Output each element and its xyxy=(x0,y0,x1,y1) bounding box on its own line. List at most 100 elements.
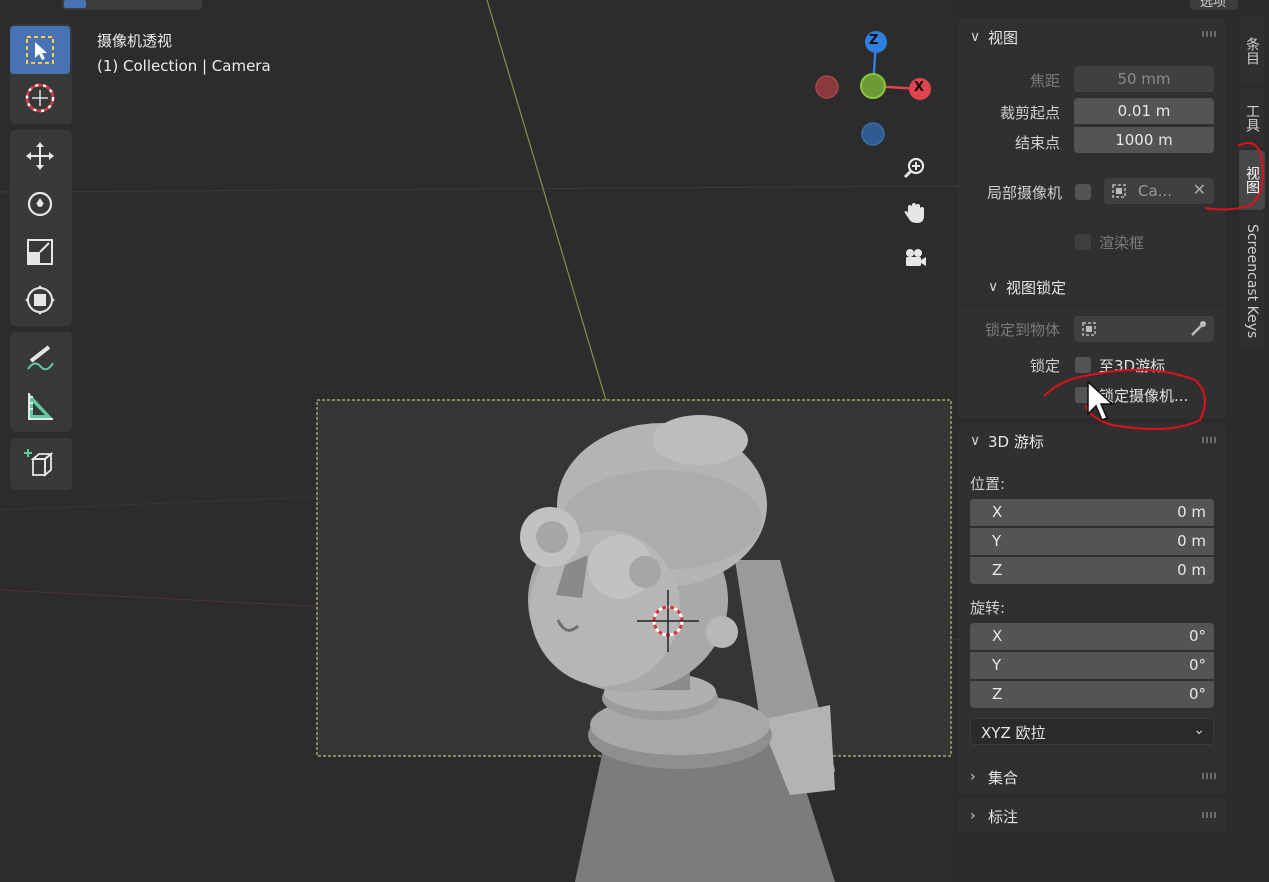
lock-object-label: 锁定到物体 xyxy=(984,321,1060,339)
lock-label: 锁定 xyxy=(1029,357,1060,375)
location-label: 位置: xyxy=(970,475,1006,493)
field-value: 0 m xyxy=(1177,503,1206,521)
add-cube-icon[interactable] xyxy=(10,440,70,488)
view-lock-header[interactable]: ∨ 视图锁定 xyxy=(976,270,1066,304)
clip-end-field[interactable]: 1000 m xyxy=(1074,127,1214,153)
field-value: 0° xyxy=(1188,685,1206,703)
options-dropdown[interactable]: 选项 xyxy=(1190,0,1238,10)
clip-start-field[interactable]: 0.01 m xyxy=(1074,98,1214,124)
collections-panel-header[interactable]: › 集合 xyxy=(958,760,1018,794)
viewport-title: 摄像机透视 xyxy=(97,32,173,50)
lock-camera-to-view-label: 锁定摄像机... xyxy=(1099,387,1189,405)
rotation-y-field[interactable]: Y 0° xyxy=(970,652,1214,679)
lock-object-field[interactable] xyxy=(1074,316,1214,342)
chevron-down-icon: ⌄ xyxy=(1193,722,1205,738)
tab-item[interactable]: 条目 xyxy=(1239,16,1265,86)
zoom-icon[interactable] xyxy=(896,150,932,186)
tool-shelf xyxy=(10,24,72,496)
collections-panel[interactable]: › 集合 xyxy=(958,760,1226,794)
axis-label: X xyxy=(992,627,1003,645)
rotation-z-field[interactable]: Z 0° xyxy=(970,681,1214,708)
rotation-x-field[interactable]: X 0° xyxy=(970,623,1214,650)
gizmo-y xyxy=(860,73,886,99)
annotations-panel-title: 标注 xyxy=(988,807,1019,826)
drag-grip-icon[interactable] xyxy=(1202,437,1216,443)
location-y-field[interactable]: Y 0 m xyxy=(970,528,1214,555)
camera-view-icon[interactable] xyxy=(896,240,932,276)
viewport-subtitle: (1) Collection | Camera xyxy=(97,57,271,75)
gizmo-x-label[interactable]: X xyxy=(914,80,924,95)
tab-view-label: 视图 xyxy=(1244,166,1260,194)
local-camera-value: Ca... xyxy=(1138,182,1172,200)
measure-icon[interactable] xyxy=(10,382,70,430)
hand-pan-icon[interactable] xyxy=(896,195,932,231)
rotate-icon[interactable] xyxy=(10,180,70,228)
3d-cursor-panel-header[interactable]: ∨ 3D 游标 xyxy=(958,424,1044,458)
field-value: 0° xyxy=(1188,627,1206,645)
gizmo-neg-z xyxy=(861,122,885,146)
tab-screencast-keys[interactable]: Screencast Keys xyxy=(1239,212,1265,350)
header-select-mode-buttons[interactable] xyxy=(62,0,202,10)
chevron-right-icon: › xyxy=(970,808,976,824)
axis-label: Y xyxy=(992,656,1002,674)
chevron-down-icon: ∨ xyxy=(988,279,999,295)
clip-start-label: 裁剪起点 xyxy=(999,104,1060,122)
sidebar-tabs: 条目 工具 视图 Screencast Keys xyxy=(1239,16,1265,356)
axis-label: X xyxy=(992,503,1003,521)
focal-length-field[interactable]: 50 mm xyxy=(1074,66,1214,92)
chevron-down-icon: ∨ xyxy=(970,29,981,45)
axis-label: Z xyxy=(992,561,1003,579)
scale-icon[interactable] xyxy=(10,228,70,276)
focal-label: 焦距 xyxy=(1029,72,1060,90)
local-camera-field[interactable]: Ca... ✕ xyxy=(1104,178,1214,204)
options-label: 选项 xyxy=(1200,0,1227,10)
view-panel-header[interactable]: ∨ 视图 xyxy=(958,20,1018,54)
annotate-icon[interactable] xyxy=(10,334,70,382)
location-x-field[interactable]: X 0 m xyxy=(970,499,1214,526)
eyedropper-icon[interactable] xyxy=(1188,319,1208,339)
render-region-checkbox[interactable] xyxy=(1075,234,1091,250)
lock-to-cursor-label: 至3D游标 xyxy=(1099,357,1166,375)
object-icon xyxy=(1112,184,1126,198)
clip-end-label: 结束点 xyxy=(1014,134,1060,152)
figure-earring xyxy=(706,616,738,648)
transform-icon[interactable] xyxy=(10,276,70,324)
cursor-icon[interactable] xyxy=(10,74,70,122)
field-value: 0 m xyxy=(1177,532,1206,550)
chevron-right-icon: › xyxy=(970,769,976,785)
gizmo-neg-x xyxy=(815,75,839,99)
local-camera-checkbox[interactable] xyxy=(1075,184,1091,200)
rotation-mode-select[interactable]: XYZ 欧拉 ⌄ xyxy=(970,718,1214,745)
field-value: 0° xyxy=(1188,656,1206,674)
gizmo-z-label[interactable]: Z xyxy=(869,33,878,48)
annotations-panel[interactable]: › 标注 xyxy=(958,799,1226,833)
rotation-mode-value: XYZ 欧拉 xyxy=(981,724,1046,742)
annotations-panel-header[interactable]: › 标注 xyxy=(958,799,1018,833)
location-z-field[interactable]: Z 0 m xyxy=(970,557,1214,584)
lock-camera-to-view-checkbox[interactable] xyxy=(1075,387,1091,403)
axis-label: Z xyxy=(992,685,1003,703)
object-icon xyxy=(1082,322,1096,336)
rotation-label: 旋转: xyxy=(970,599,1006,617)
axis-label: Y xyxy=(992,532,1002,550)
local-camera-label: 局部摄像机 xyxy=(986,184,1062,202)
chevron-down-icon: ∨ xyxy=(970,433,981,449)
3d-viewport[interactable]: Z X 摄像机透视 (1) Collection | Camera xyxy=(0,0,958,882)
tab-tool-label: 工具 xyxy=(1244,104,1260,132)
viewport-scene xyxy=(0,0,958,882)
3d-cursor-panel: ∨ 3D 游标 位置: X 0 m Y 0 m Z 0 m 旋转: X 0° Y 0° Z… xyxy=(958,424,1226,764)
view-lock-title: 视图锁定 xyxy=(1006,278,1067,297)
drag-grip-icon[interactable] xyxy=(1202,773,1216,779)
select-box-icon[interactable] xyxy=(10,26,70,74)
drag-grip-icon[interactable] xyxy=(1202,31,1216,37)
view-panel: ∨ 视图 焦距 50 mm 裁剪起点 0.01 m 结束点 1000 m 局部摄… xyxy=(958,18,1226,418)
clear-x-icon[interactable]: ✕ xyxy=(1193,180,1206,199)
render-region-label: 渲染框 xyxy=(1099,234,1145,252)
drag-grip-icon[interactable] xyxy=(1202,812,1216,818)
field-value: 0 m xyxy=(1177,561,1206,579)
tab-view[interactable]: 视图 xyxy=(1239,150,1265,210)
move-icon[interactable] xyxy=(10,132,70,180)
tab-tool[interactable]: 工具 xyxy=(1239,88,1265,148)
view-panel-title: 视图 xyxy=(988,28,1019,47)
lock-to-cursor-checkbox[interactable] xyxy=(1075,357,1091,373)
